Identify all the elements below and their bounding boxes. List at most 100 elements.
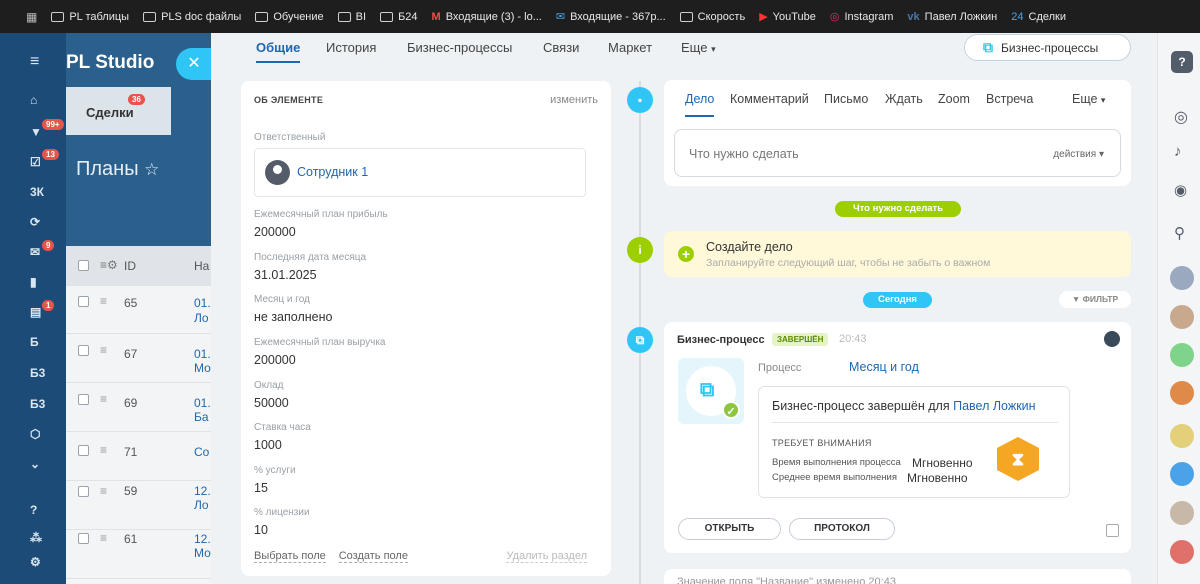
- row-name-2[interactable]: Ба: [194, 410, 209, 424]
- row-name[interactable]: 01.: [194, 396, 211, 410]
- tab-general[interactable]: Общие: [256, 40, 301, 63]
- more-icon[interactable]: ⌄: [30, 457, 46, 471]
- row-checkbox[interactable]: [78, 394, 89, 405]
- table-row[interactable]: ≡ 61 12. Мо: [66, 531, 211, 579]
- create-field-link[interactable]: Создать поле: [338, 550, 408, 563]
- row-name[interactable]: 12.: [194, 532, 211, 546]
- table-row[interactable]: ≡ 65 01. Ло: [66, 286, 211, 334]
- row-checkbox[interactable]: [78, 296, 89, 307]
- contact-avatar[interactable]: [1170, 266, 1194, 290]
- row-checkbox[interactable]: [78, 486, 89, 497]
- settings-icon[interactable]: ⚙: [30, 555, 46, 569]
- contact-avatar[interactable]: [1170, 540, 1194, 564]
- row-name[interactable]: Со: [194, 445, 209, 459]
- bp-user-link[interactable]: Павел Ложкин: [953, 399, 1035, 413]
- bookmark-inbox[interactable]: ✉ Входящие - 367р...: [556, 10, 666, 24]
- delete-section-link[interactable]: Удалить раздел: [506, 550, 587, 563]
- row-name[interactable]: 01.: [194, 296, 211, 310]
- share-icon[interactable]: ⟳: [30, 215, 46, 229]
- row-menu-icon[interactable]: ≡: [100, 531, 107, 545]
- actions-dropdown[interactable]: действия ▾: [1053, 149, 1104, 160]
- table-row[interactable]: ≡ 69 01. Ба: [66, 384, 211, 432]
- row-menu-icon[interactable]: ≡: [100, 443, 107, 457]
- nav-bz-1[interactable]: Б3: [30, 366, 46, 380]
- field-value[interactable]: 10: [254, 523, 268, 537]
- field-value[interactable]: не заполнено: [254, 310, 332, 324]
- tab-more[interactable]: Еще ▾: [681, 40, 716, 55]
- field-value[interactable]: 200000: [254, 353, 296, 367]
- table-row[interactable]: ≡ 71 Со: [66, 433, 211, 481]
- bookmark-vk[interactable]: vk Павел Ложкин: [907, 11, 997, 23]
- process-value[interactable]: Месяц и год: [849, 360, 919, 374]
- field-value[interactable]: 1000: [254, 438, 282, 452]
- tab-business-processes[interactable]: Бизнес-процессы: [407, 40, 512, 55]
- bookmark-gmail[interactable]: M Входящие (3) - lo...: [432, 11, 542, 23]
- shield-icon[interactable]: ⬡: [30, 427, 46, 441]
- bookmark-speed[interactable]: Скорость: [679, 11, 745, 23]
- avatar[interactable]: [1104, 331, 1120, 347]
- contact-avatar[interactable]: [1170, 305, 1194, 329]
- field-value[interactable]: 15: [254, 481, 268, 495]
- network-icon[interactable]: ⁂: [30, 531, 46, 545]
- contact-avatar[interactable]: [1170, 381, 1194, 405]
- business-processes-button[interactable]: ⧉ Бизнес-процессы: [964, 34, 1131, 61]
- contact-avatar[interactable]: [1170, 462, 1194, 486]
- analytics-icon[interactable]: ▮: [30, 275, 46, 289]
- row-name-2[interactable]: Ло: [194, 311, 209, 325]
- create-task-title[interactable]: Создайте дело: [706, 240, 793, 254]
- bell-icon[interactable]: ♪: [1174, 143, 1182, 160]
- editor-tab-wait[interactable]: Ждать: [885, 92, 923, 106]
- open-button[interactable]: ОТКРЫТЬ: [678, 518, 781, 540]
- bookmark-pls-doc[interactable]: PLS doc файлы: [143, 11, 241, 23]
- tab-history[interactable]: История: [326, 40, 376, 55]
- contact-avatar[interactable]: [1170, 343, 1194, 367]
- field-value[interactable]: 50000: [254, 396, 289, 410]
- contact-avatar[interactable]: [1170, 424, 1194, 448]
- select-field-link[interactable]: Выбрать поле: [254, 550, 326, 563]
- row-name-2[interactable]: Мо: [194, 546, 211, 560]
- help-icon[interactable]: ?: [1171, 51, 1193, 73]
- bookmark-pl-tables[interactable]: PL таблицы: [51, 11, 129, 23]
- field-value[interactable]: 200000: [254, 225, 296, 239]
- editor-tab-task[interactable]: Дело: [685, 92, 715, 117]
- home-icon[interactable]: ⌂: [30, 93, 46, 107]
- nav-bz-2[interactable]: Б3: [30, 397, 46, 411]
- editor-tab-comment[interactable]: Комментарий: [730, 92, 809, 106]
- editor-tab-more[interactable]: Еще ▾: [1072, 92, 1105, 106]
- search-icon[interactable]: ⚲: [1174, 224, 1185, 242]
- editor-tab-meeting[interactable]: Встреча: [986, 92, 1033, 106]
- table-row[interactable]: ≡ 67 01. Мо: [66, 335, 211, 383]
- row-name[interactable]: 01.: [194, 347, 211, 361]
- row-name-2[interactable]: Мо: [194, 361, 211, 375]
- row-name-2[interactable]: Ло: [194, 498, 209, 512]
- grid-header-id[interactable]: ID: [124, 259, 136, 273]
- tab-market[interactable]: Маркет: [608, 40, 652, 55]
- create-task-block[interactable]: + Создайте дело Запланируйте следующий ш…: [664, 231, 1131, 277]
- bookmark-b24[interactable]: Б24: [380, 11, 418, 23]
- note-icon[interactable]: [1106, 524, 1119, 537]
- row-menu-icon[interactable]: ≡: [100, 392, 107, 406]
- responsible-field[interactable]: Сотрудник 1: [254, 148, 586, 197]
- settings-icon[interactable]: ≡⚙: [100, 258, 118, 272]
- copilot-icon[interactable]: ◎: [1174, 107, 1188, 127]
- nav-b[interactable]: Б: [30, 335, 46, 349]
- select-all-checkbox[interactable]: [78, 260, 89, 271]
- filter-button[interactable]: ▼ ФИЛЬТР: [1059, 291, 1131, 308]
- bookmark-youtube[interactable]: ▶ YouTube: [759, 10, 816, 24]
- bookmark-learning[interactable]: Обучение: [255, 11, 324, 23]
- star-icon[interactable]: ☆: [144, 160, 159, 179]
- chat-icon[interactable]: ◉: [1174, 181, 1187, 199]
- row-menu-icon[interactable]: ≡: [100, 343, 107, 357]
- tab-links[interactable]: Связи: [543, 40, 579, 55]
- bookmark-bi[interactable]: BI: [337, 11, 366, 23]
- apps-grid-icon[interactable]: ▦: [26, 10, 37, 24]
- responsible-name[interactable]: Сотрудник 1: [297, 165, 368, 179]
- protocol-button[interactable]: ПРОТОКОЛ: [789, 518, 895, 540]
- editor-tab-email[interactable]: Письмо: [824, 92, 868, 106]
- task-input[interactable]: Что нужно сделать действия ▾: [674, 129, 1121, 177]
- row-name[interactable]: 12.: [194, 484, 211, 498]
- row-menu-icon[interactable]: ≡: [100, 484, 107, 498]
- bookmark-instagram[interactable]: ◎ Instagram: [830, 10, 894, 24]
- bookmark-deals[interactable]: 24 Сделки: [1011, 11, 1066, 23]
- nav-3k[interactable]: 3К: [30, 185, 46, 199]
